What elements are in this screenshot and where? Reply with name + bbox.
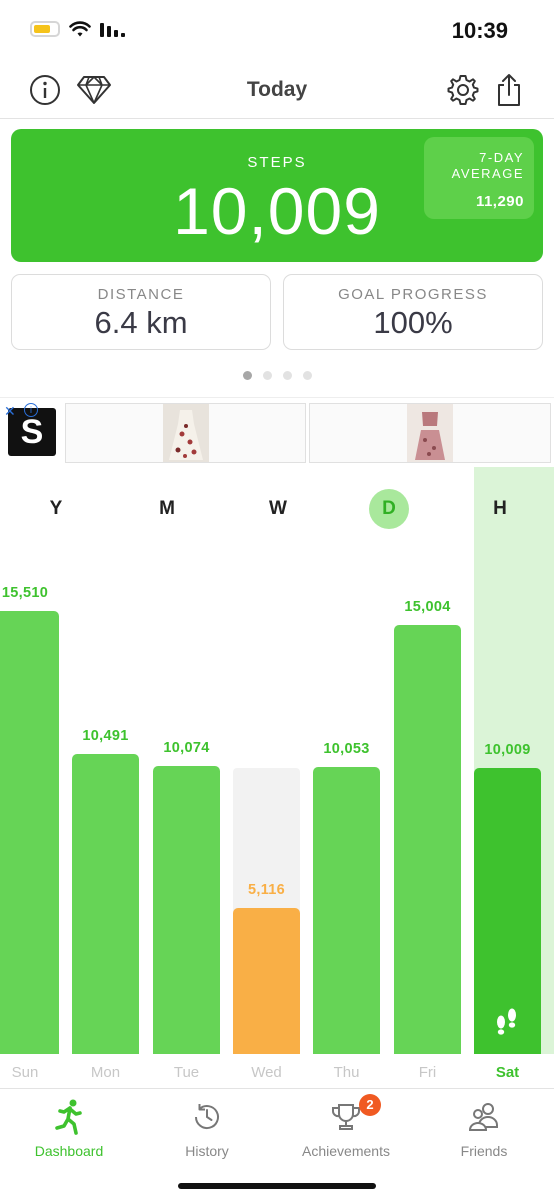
bar-value-label: 15,510 <box>1 585 49 601</box>
bar-value-label: 10,053 <box>323 741 370 757</box>
day-label-mon[interactable]: Mon <box>66 1064 146 1081</box>
average-label: 7-DAY AVERAGE <box>451 150 524 181</box>
signal-icon <box>100 23 125 37</box>
friends-icon <box>468 1103 498 1131</box>
footsteps-icon <box>497 1008 516 1035</box>
settings-button[interactable] <box>445 72 481 108</box>
distance-label: DISTANCE <box>97 286 185 303</box>
page-dot[interactable] <box>282 371 292 380</box>
seven-day-average: 7-DAY AVERAGE 11,290 <box>424 137 534 219</box>
tab-achievements[interactable]: 2 Achievements <box>277 1094 415 1159</box>
share-icon <box>498 74 520 106</box>
weekly-steps-chart: Y M W D H 15,510 Sun 10,491 Mon 10,074 Tue 5,116 Wed… <box>0 467 554 1087</box>
runner-icon <box>55 1099 82 1135</box>
nav-bar: Today <box>0 62 554 119</box>
day-label-sat[interactable]: Sat <box>468 1064 548 1081</box>
achievements-badge: 2 <box>359 1094 381 1116</box>
goal-progress-label: GOAL PROGRESS <box>338 286 488 303</box>
day-initial[interactable]: H <box>480 489 520 529</box>
bar-value-label: 15,004 <box>404 599 451 615</box>
day-label-thu[interactable]: Thu <box>307 1064 387 1081</box>
ad-banner[interactable]: S ✕ i <box>0 397 554 468</box>
tab-label: Achievements <box>302 1143 390 1159</box>
gear-icon <box>447 75 479 105</box>
history-icon <box>194 1104 219 1130</box>
steps-card[interactable]: STEPS 10,009 7-DAY AVERAGE 11,290 <box>11 129 543 262</box>
bar-sun[interactable] <box>0 611 59 1054</box>
bar-fri[interactable] <box>394 625 461 1054</box>
day-initial[interactable]: M <box>147 489 187 529</box>
battery-icon <box>30 21 60 37</box>
page-dot[interactable] <box>302 371 312 380</box>
goal-progress-card[interactable]: GOAL PROGRESS 100% <box>283 274 543 350</box>
trophy-icon <box>332 1104 360 1130</box>
page-indicator[interactable] <box>0 371 554 380</box>
day-initial[interactable]: Y <box>36 489 76 529</box>
tab-dashboard[interactable]: Dashboard <box>0 1099 138 1159</box>
ad-product-tile[interactable] <box>309 403 551 463</box>
goal-progress-value: 100% <box>373 305 453 340</box>
tab-friends[interactable]: Friends <box>415 1099 553 1159</box>
bar-wed[interactable] <box>233 908 300 1054</box>
tab-label: History <box>185 1143 229 1159</box>
clock: 10:39 <box>451 18 508 43</box>
status-bar: 10:39 <box>0 0 554 60</box>
day-initial[interactable]: D <box>369 489 409 529</box>
bar-value-label: 10,009 <box>484 742 531 758</box>
day-label-fri[interactable]: Fri <box>388 1064 468 1081</box>
dress-image <box>163 404 209 462</box>
bar-mon[interactable] <box>72 754 139 1054</box>
bar-value-label: 10,074 <box>163 740 210 756</box>
close-icon[interactable]: ✕ <box>4 403 16 420</box>
ad-info-icon[interactable]: i <box>24 403 38 417</box>
average-value: 11,290 <box>475 193 524 210</box>
distance-card[interactable]: DISTANCE 6.4 km <box>11 274 271 350</box>
day-label-sun[interactable]: Sun <box>0 1064 65 1081</box>
ad-product-tile[interactable] <box>65 403 306 463</box>
wifi-icon <box>69 21 91 37</box>
page-dot[interactable] <box>242 371 252 380</box>
bar-tue[interactable] <box>153 766 220 1054</box>
distance-value: 6.4 km <box>94 305 188 340</box>
day-label-tue[interactable]: Tue <box>147 1064 227 1081</box>
bar-thu[interactable] <box>313 767 380 1054</box>
day-initial[interactable]: W <box>258 489 298 529</box>
tab-history[interactable]: History <box>138 1099 276 1159</box>
tab-label: Friends <box>460 1143 508 1159</box>
day-label-wed[interactable]: Wed <box>227 1064 307 1081</box>
home-indicator <box>178 1183 376 1189</box>
bar-value-label: 10,491 <box>82 728 129 744</box>
tab-label: Dashboard <box>34 1143 104 1159</box>
status-icons <box>30 20 126 38</box>
outfit-image <box>407 404 453 462</box>
share-button[interactable] <box>491 72 527 108</box>
page-dot[interactable] <box>262 371 272 380</box>
bar-value-label: 5,116 <box>248 882 285 898</box>
